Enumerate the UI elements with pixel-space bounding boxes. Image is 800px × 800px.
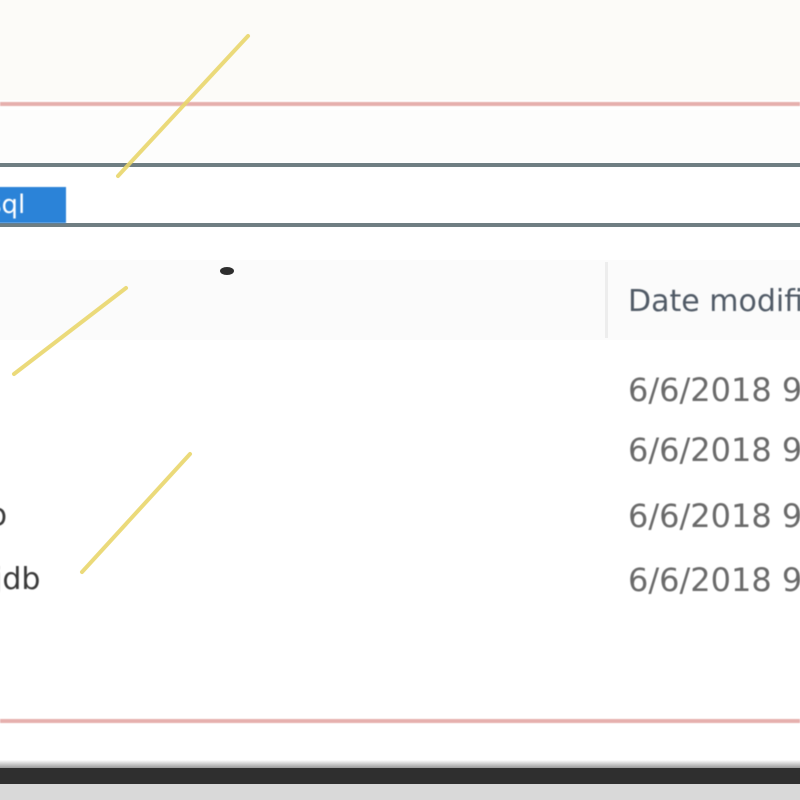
file-row[interactable]: 6/6/2018 9: bbox=[0, 362, 800, 420]
top-area bbox=[0, 0, 800, 100]
sort-arrow-icon[interactable] bbox=[220, 267, 234, 275]
address-bar-selected-text[interactable]: sql bbox=[0, 187, 66, 223]
file-date-modified: 6/6/2018 9: bbox=[628, 431, 800, 469]
file-name[interactable]: b bbox=[0, 496, 7, 536]
file-date-modified: 6/6/2018 9: bbox=[628, 371, 800, 409]
window-frame-top bbox=[0, 102, 800, 106]
column-divider[interactable] bbox=[605, 262, 608, 338]
file-row[interactable]: jdb 6/6/2018 9: bbox=[0, 552, 800, 610]
file-row[interactable]: 6/6/2018 9: bbox=[0, 422, 800, 480]
column-header-date-modified[interactable]: Date modifi bbox=[628, 280, 800, 324]
window-shadow bbox=[0, 760, 800, 768]
file-date-modified: 6/6/2018 9: bbox=[628, 497, 800, 535]
toolbar-band bbox=[0, 110, 800, 162]
window-bottom-strip bbox=[0, 784, 800, 800]
address-bar[interactable]: sql bbox=[0, 163, 800, 227]
file-row[interactable]: b 6/6/2018 9: bbox=[0, 488, 800, 546]
window-bottom-border bbox=[0, 768, 800, 784]
file-date-modified: 6/6/2018 9: bbox=[628, 561, 800, 599]
window-frame-bottom bbox=[0, 719, 800, 723]
file-name[interactable]: jdb bbox=[0, 560, 40, 600]
